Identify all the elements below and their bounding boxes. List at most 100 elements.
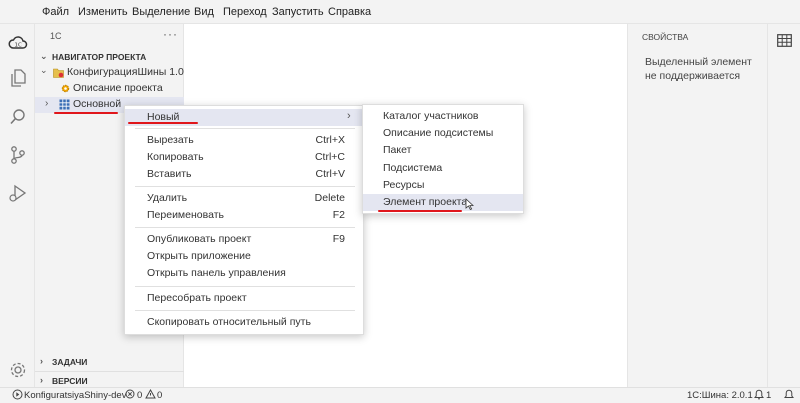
menu-file[interactable]: Файл [42, 6, 69, 18]
menu-item-rename-label: Переименовать [147, 209, 224, 221]
submenu-item-package[interactable]: Пакет [363, 142, 523, 159]
shortcut-delete: Delete [314, 192, 345, 204]
menu-item-copy[interactable]: Копировать Ctrl+C [125, 149, 363, 166]
settings-gear-icon[interactable] [7, 359, 28, 380]
chevron-right-icon: › [347, 110, 351, 122]
navigator-title: НАВИГАТОР ПРОЕКТА [52, 52, 147, 62]
menu-item-cut[interactable]: Вырезать Ctrl+X [125, 132, 363, 149]
tree-item-description-label: Описание проекта [73, 82, 163, 94]
chevron-right-icon: › [45, 98, 49, 109]
menu-item-open-app-label: Открыть приложение [147, 250, 251, 262]
menu-selection[interactable]: Выделение [132, 6, 190, 18]
menu-item-paste[interactable]: Вставить Ctrl+V [125, 166, 363, 183]
right-activity-bar [767, 24, 800, 387]
chevron-down-icon: ⌄ [40, 65, 48, 75]
tasks-section-header[interactable]: › ЗАДАЧИ [35, 353, 184, 371]
menu-separator [135, 286, 355, 287]
version-label[interactable]: 1С:Шина: 2.0.1 [687, 390, 753, 401]
table-icon[interactable] [777, 34, 792, 50]
submenu-new: Каталог участников Описание подсистемы П… [362, 104, 524, 214]
menu-item-paste-label: Вставить [147, 168, 192, 180]
navigator-section-header[interactable]: ⌄ НАВИГАТОР ПРОЕКТА [35, 48, 184, 66]
shortcut-cut: Ctrl+X [315, 134, 345, 146]
menu-separator [135, 128, 355, 129]
submenu-item-subsystem[interactable]: Подсистема [363, 160, 523, 177]
mouse-cursor-icon [465, 198, 475, 213]
properties-title: СВОЙСТВА [642, 32, 689, 42]
submenu-item-project-element[interactable]: Элемент проекта [363, 194, 523, 211]
status-bar: KonfiguratsiyaShiny-dev 0 0 1С:Шина: 2.0… [0, 387, 800, 403]
notification-bell-icon[interactable] [753, 389, 765, 403]
subsystem-grid-icon [59, 99, 70, 110]
menu-item-copy-path[interactable]: Скопировать относительный путь [125, 314, 363, 331]
menu-help[interactable]: Справка [328, 6, 371, 18]
chevron-right-icon: › [40, 356, 43, 366]
more-actions-icon[interactable]: ··· [163, 27, 178, 41]
chevron-down-icon: ⌄ [40, 51, 48, 61]
versions-title: ВЕРСИИ [52, 376, 88, 386]
properties-message: Выделенный элемент не поддерживается [645, 56, 752, 82]
menu-item-delete[interactable]: Удалить Delete [125, 190, 363, 207]
annotation-underline-main [54, 112, 118, 114]
bell-outline-icon[interactable] [783, 389, 795, 403]
chevron-right-icon: › [40, 375, 43, 385]
submenu-item-catalog-label: Каталог участников [383, 110, 479, 122]
gear-yellow-icon [60, 83, 71, 94]
submenu-item-project-element-label: Элемент проекта [383, 196, 468, 208]
annotation-underline-project-element [378, 210, 462, 212]
notification-count: 1 [766, 390, 772, 401]
menu-item-copy-path-label: Скопировать относительный путь [147, 316, 311, 328]
menu-go[interactable]: Переход [223, 6, 267, 18]
shortcut-copy: Ctrl+C [314, 151, 345, 163]
menu-item-delete-label: Удалить [147, 192, 188, 204]
menu-separator [135, 186, 355, 187]
warning-icon[interactable] [145, 388, 156, 402]
shortcut-rename: F2 [332, 209, 345, 221]
1c-cloud-icon[interactable]: 1С [7, 32, 28, 53]
run-debug-icon[interactable] [7, 182, 28, 203]
svg-text:1С: 1С [14, 42, 21, 48]
properties-panel: СВОЙСТВА Выделенный элемент не поддержив… [627, 24, 767, 387]
tree-item-config[interactable]: ⌄ КонфигурацияШины 1.0 [35, 65, 184, 81]
menu-run[interactable]: Запустить [272, 6, 324, 18]
menu-bar: Файл Изменить Выделение Вид Переход Запу… [0, 0, 800, 24]
menu-edit[interactable]: Изменить [78, 6, 128, 18]
menu-item-open-panel-label: Открыть панель управления [147, 267, 286, 279]
search-icon[interactable] [7, 106, 28, 127]
menu-view[interactable]: Вид [194, 6, 214, 18]
menu-separator [135, 227, 355, 228]
menu-separator [135, 310, 355, 311]
menu-item-open-app[interactable]: Открыть приложение [125, 248, 363, 265]
context-menu: Новый › Вырезать Ctrl+X Копировать Ctrl+… [124, 105, 364, 335]
shortcut-publish: F9 [332, 233, 345, 245]
source-control-icon[interactable] [7, 144, 28, 165]
submenu-item-resources[interactable]: Ресурсы [363, 177, 523, 194]
submenu-item-subsystem-description-label: Описание подсистемы [383, 127, 494, 139]
tree-item-description[interactable]: Описание проекта [35, 81, 184, 97]
annotation-underline-new [128, 122, 198, 124]
submenu-item-package-label: Пакет [383, 144, 412, 156]
shortcut-paste: Ctrl+V [315, 168, 345, 180]
warning-count: 0 [157, 390, 163, 401]
error-icon[interactable] [125, 389, 135, 402]
tasks-title: ЗАДАЧИ [52, 357, 88, 367]
sidebar-title: 1С [50, 31, 62, 41]
menu-item-publish-label: Опубликовать проект [147, 233, 252, 245]
files-icon[interactable] [7, 68, 28, 89]
config-folder-icon [53, 67, 64, 78]
submenu-item-catalog[interactable]: Каталог участников [363, 108, 523, 125]
submenu-item-subsystem-description[interactable]: Описание подсистемы [363, 125, 523, 142]
menu-item-cut-label: Вырезать [147, 134, 194, 146]
play-circle-icon[interactable] [12, 389, 23, 403]
tree-item-main-label: Основной [73, 98, 122, 110]
error-count: 0 [137, 390, 143, 401]
menu-item-rebuild[interactable]: Пересобрать проект [125, 290, 363, 307]
menu-item-rename[interactable]: Переименовать F2 [125, 207, 363, 224]
project-name[interactable]: KonfiguratsiyaShiny-dev [24, 390, 126, 401]
tree-item-config-label: КонфигурацияШины 1.0 [67, 66, 184, 78]
submenu-item-subsystem-label: Подсистема [383, 162, 443, 174]
menu-item-open-panel[interactable]: Открыть панель управления [125, 265, 363, 282]
menu-item-rebuild-label: Пересобрать проект [147, 292, 247, 304]
menu-item-publish[interactable]: Опубликовать проект F9 [125, 231, 363, 248]
menu-item-copy-label: Копировать [147, 151, 204, 163]
